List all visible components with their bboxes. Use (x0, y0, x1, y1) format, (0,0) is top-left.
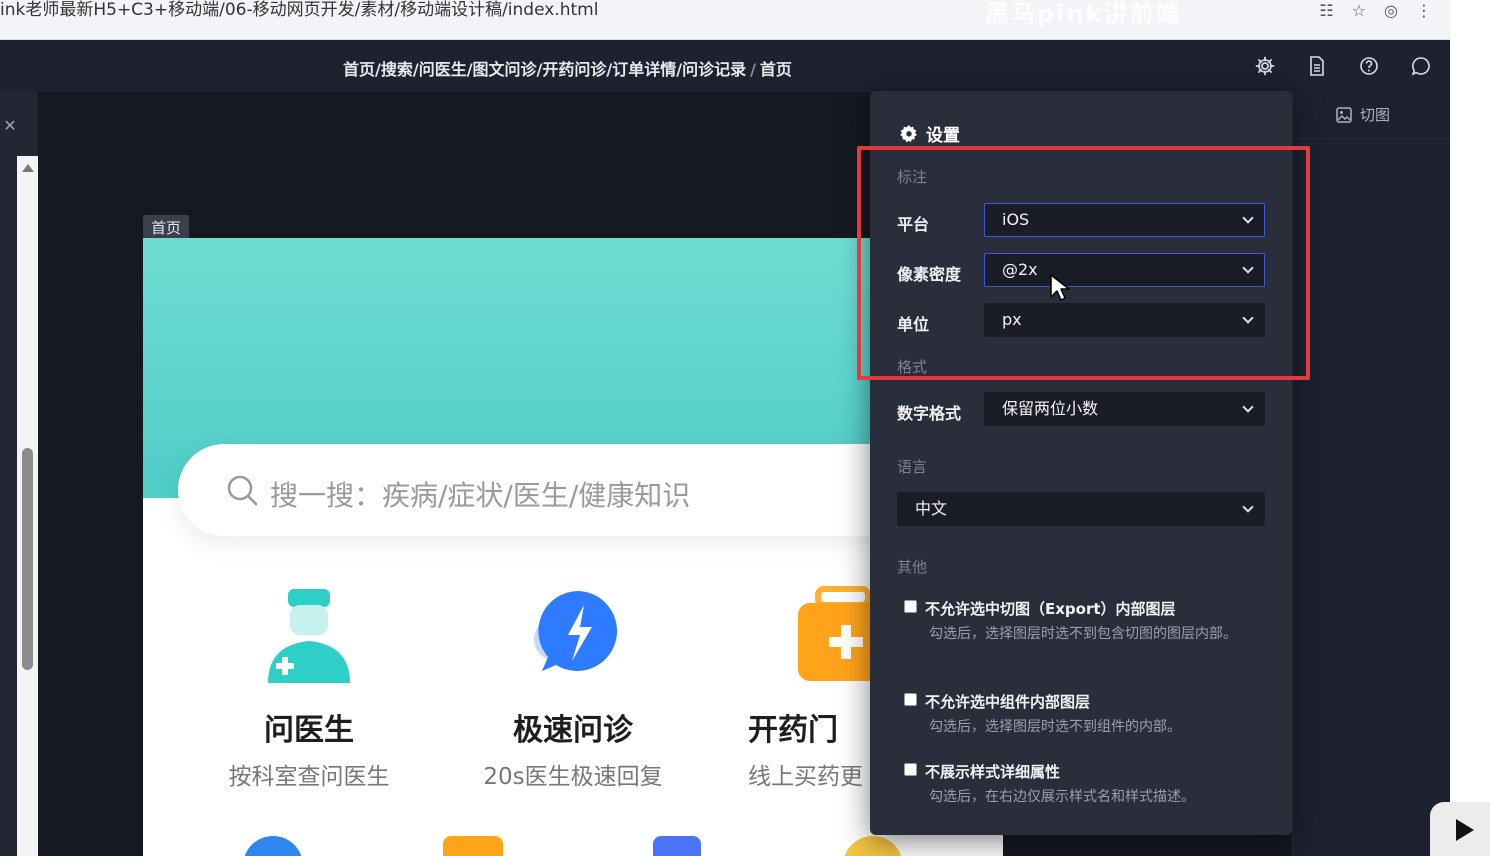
doctor-icon (254, 583, 364, 693)
settings-gear-icon[interactable] (1253, 54, 1277, 78)
comment-icon[interactable] (1409, 54, 1433, 78)
chevron-down-icon (1242, 501, 1254, 513)
feature-subtitle: 20s医生极速回复 (483, 764, 663, 790)
chevron-down-icon (1242, 312, 1254, 324)
option-checkbox[interactable] (904, 693, 917, 706)
row2-icon-1 (243, 836, 303, 856)
address-url[interactable]: ink老师最新H5+C3+移动端/06-移动网页开发/素材/移动端设计稿/ind… (0, 0, 598, 20)
feature-quick-consult[interactable]: 极速问诊 20s医生极速回复 (453, 583, 693, 791)
tab-slices-label: 切图 (1360, 106, 1391, 124)
section-language: 语言 (897, 458, 928, 476)
settings-header: 设置 (900, 121, 960, 146)
mouse-cursor-icon (1050, 274, 1070, 301)
feature-subtitle: 按科室查问医生 (228, 764, 390, 790)
gear-icon (900, 124, 917, 142)
option-checkbox[interactable] (904, 763, 917, 776)
option-label[interactable]: 不允许选中组件内部图层 (925, 691, 1090, 712)
browser-actions: ☷ ☆ ◎ ⋮ (1319, 0, 1432, 20)
feature-ask-doctor[interactable]: 问医生 按科室查问医生 (189, 583, 429, 791)
more-menu-icon[interactable]: ⋮ (1416, 1, 1432, 20)
row2-icon-2 (443, 836, 503, 856)
help-icon[interactable] (1357, 54, 1381, 78)
translate-icon[interactable]: ☷ (1319, 1, 1333, 20)
number-format-value: 保留两位小数 (1002, 399, 1099, 418)
option-label[interactable]: 不允许选中切图（Export）内部图层 (925, 598, 1176, 619)
feature-title: 问医生 (264, 713, 354, 748)
video-play-button[interactable] (1430, 802, 1490, 856)
chevron-down-icon (1242, 401, 1254, 413)
play-icon (1456, 819, 1474, 841)
density-select[interactable]: @2x (984, 253, 1265, 287)
star-icon[interactable]: ☆ (1352, 1, 1366, 20)
section-other: 其他 (897, 558, 928, 576)
option-checkbox[interactable] (904, 600, 917, 613)
search-icon (227, 475, 258, 506)
option-description: 勾选后，在右边仅展示样式名和样式描述。 (929, 789, 1195, 805)
number-format-select[interactable]: 保留两位小数 (984, 392, 1265, 426)
platform-select[interactable]: iOS (984, 203, 1265, 237)
toolbar-icons (1253, 54, 1433, 78)
density-value: @2x (1002, 260, 1038, 279)
row2-icon-4 (843, 836, 903, 856)
language-select[interactable]: 中文 (897, 492, 1265, 526)
breadcrumb-separator: / (750, 60, 756, 79)
chevron-down-icon (1242, 262, 1254, 274)
section-annotation: 标注 (897, 168, 928, 186)
artboard-label[interactable]: 首页 (143, 215, 190, 240)
unit-value: px (1002, 310, 1022, 329)
language-value: 中文 (915, 499, 948, 518)
search-placeholder: 搜一搜：疾病/症状/医生/健康知识 (270, 479, 691, 512)
image-icon (1336, 106, 1352, 123)
search-bar[interactable]: 搜一搜：疾病/症状/医生/健康知识 (178, 444, 938, 536)
option-description: 勾选后，选择图层时选不到包含切图的图层内部。 (929, 626, 1237, 642)
divider (1292, 138, 1450, 139)
feature-title: 极速问诊 (513, 713, 633, 748)
window-edge (1450, 0, 1490, 856)
close-icon[interactable]: ✕ (0, 116, 20, 136)
settings-popover: 设置 标注 平台 iOS 像素密度 @2x 单位 px 格式 数字格式 保留两位… (870, 91, 1292, 835)
scrollbar-thumb[interactable] (22, 448, 33, 670)
row2-icon-3 (653, 836, 701, 856)
option-description: 勾选后，选择图层时选不到组件的内部。 (929, 719, 1181, 735)
browser-address-bar: ink老师最新H5+C3+移动端/06-移动网页开发/素材/移动端设计稿/ind… (0, 0, 1450, 40)
breadcrumb-current: 首页 (759, 60, 792, 79)
option-label[interactable]: 不展示样式详细属性 (925, 761, 1060, 782)
top-toolbar: 首页/搜索/问医生/图文问诊/开药问诊/订单详情/问诊记录 / 首页 (0, 40, 1450, 92)
unit-label: 单位 (897, 315, 930, 334)
number-format-label: 数字格式 (897, 404, 962, 423)
settings-title: 设置 (926, 126, 960, 146)
unit-select[interactable]: px (984, 303, 1265, 337)
breadcrumb-path[interactable]: 首页/搜索/问医生/图文问诊/开药问诊/订单详情/问诊记录 (343, 60, 746, 79)
scroll-up-arrow-icon[interactable] (22, 164, 34, 172)
section-format: 格式 (897, 358, 928, 376)
platform-value: iOS (1002, 210, 1030, 229)
document-icon[interactable] (1305, 54, 1329, 78)
right-panel (1292, 92, 1450, 856)
tab-slices[interactable]: 切图 (1336, 104, 1390, 125)
watermark-text: 黑马pink讲前端 (985, 0, 1182, 28)
profile-icon[interactable]: ◎ (1384, 1, 1398, 20)
density-label: 像素密度 (897, 265, 962, 284)
lightning-chat-icon (518, 583, 628, 693)
platform-label: 平台 (897, 215, 930, 234)
breadcrumb: 首页/搜索/问医生/图文问诊/开药问诊/订单详情/问诊记录 / 首页 (343, 56, 792, 80)
chevron-down-icon (1242, 212, 1254, 224)
